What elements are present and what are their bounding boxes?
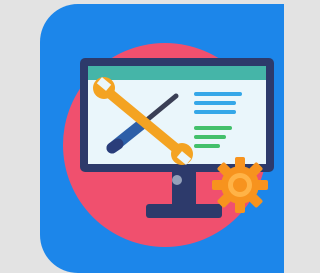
- gear-icon: [212, 157, 268, 213]
- power-light: [172, 175, 182, 185]
- page: [0, 0, 284, 273]
- maintenance-monitor-icon: [63, 43, 274, 247]
